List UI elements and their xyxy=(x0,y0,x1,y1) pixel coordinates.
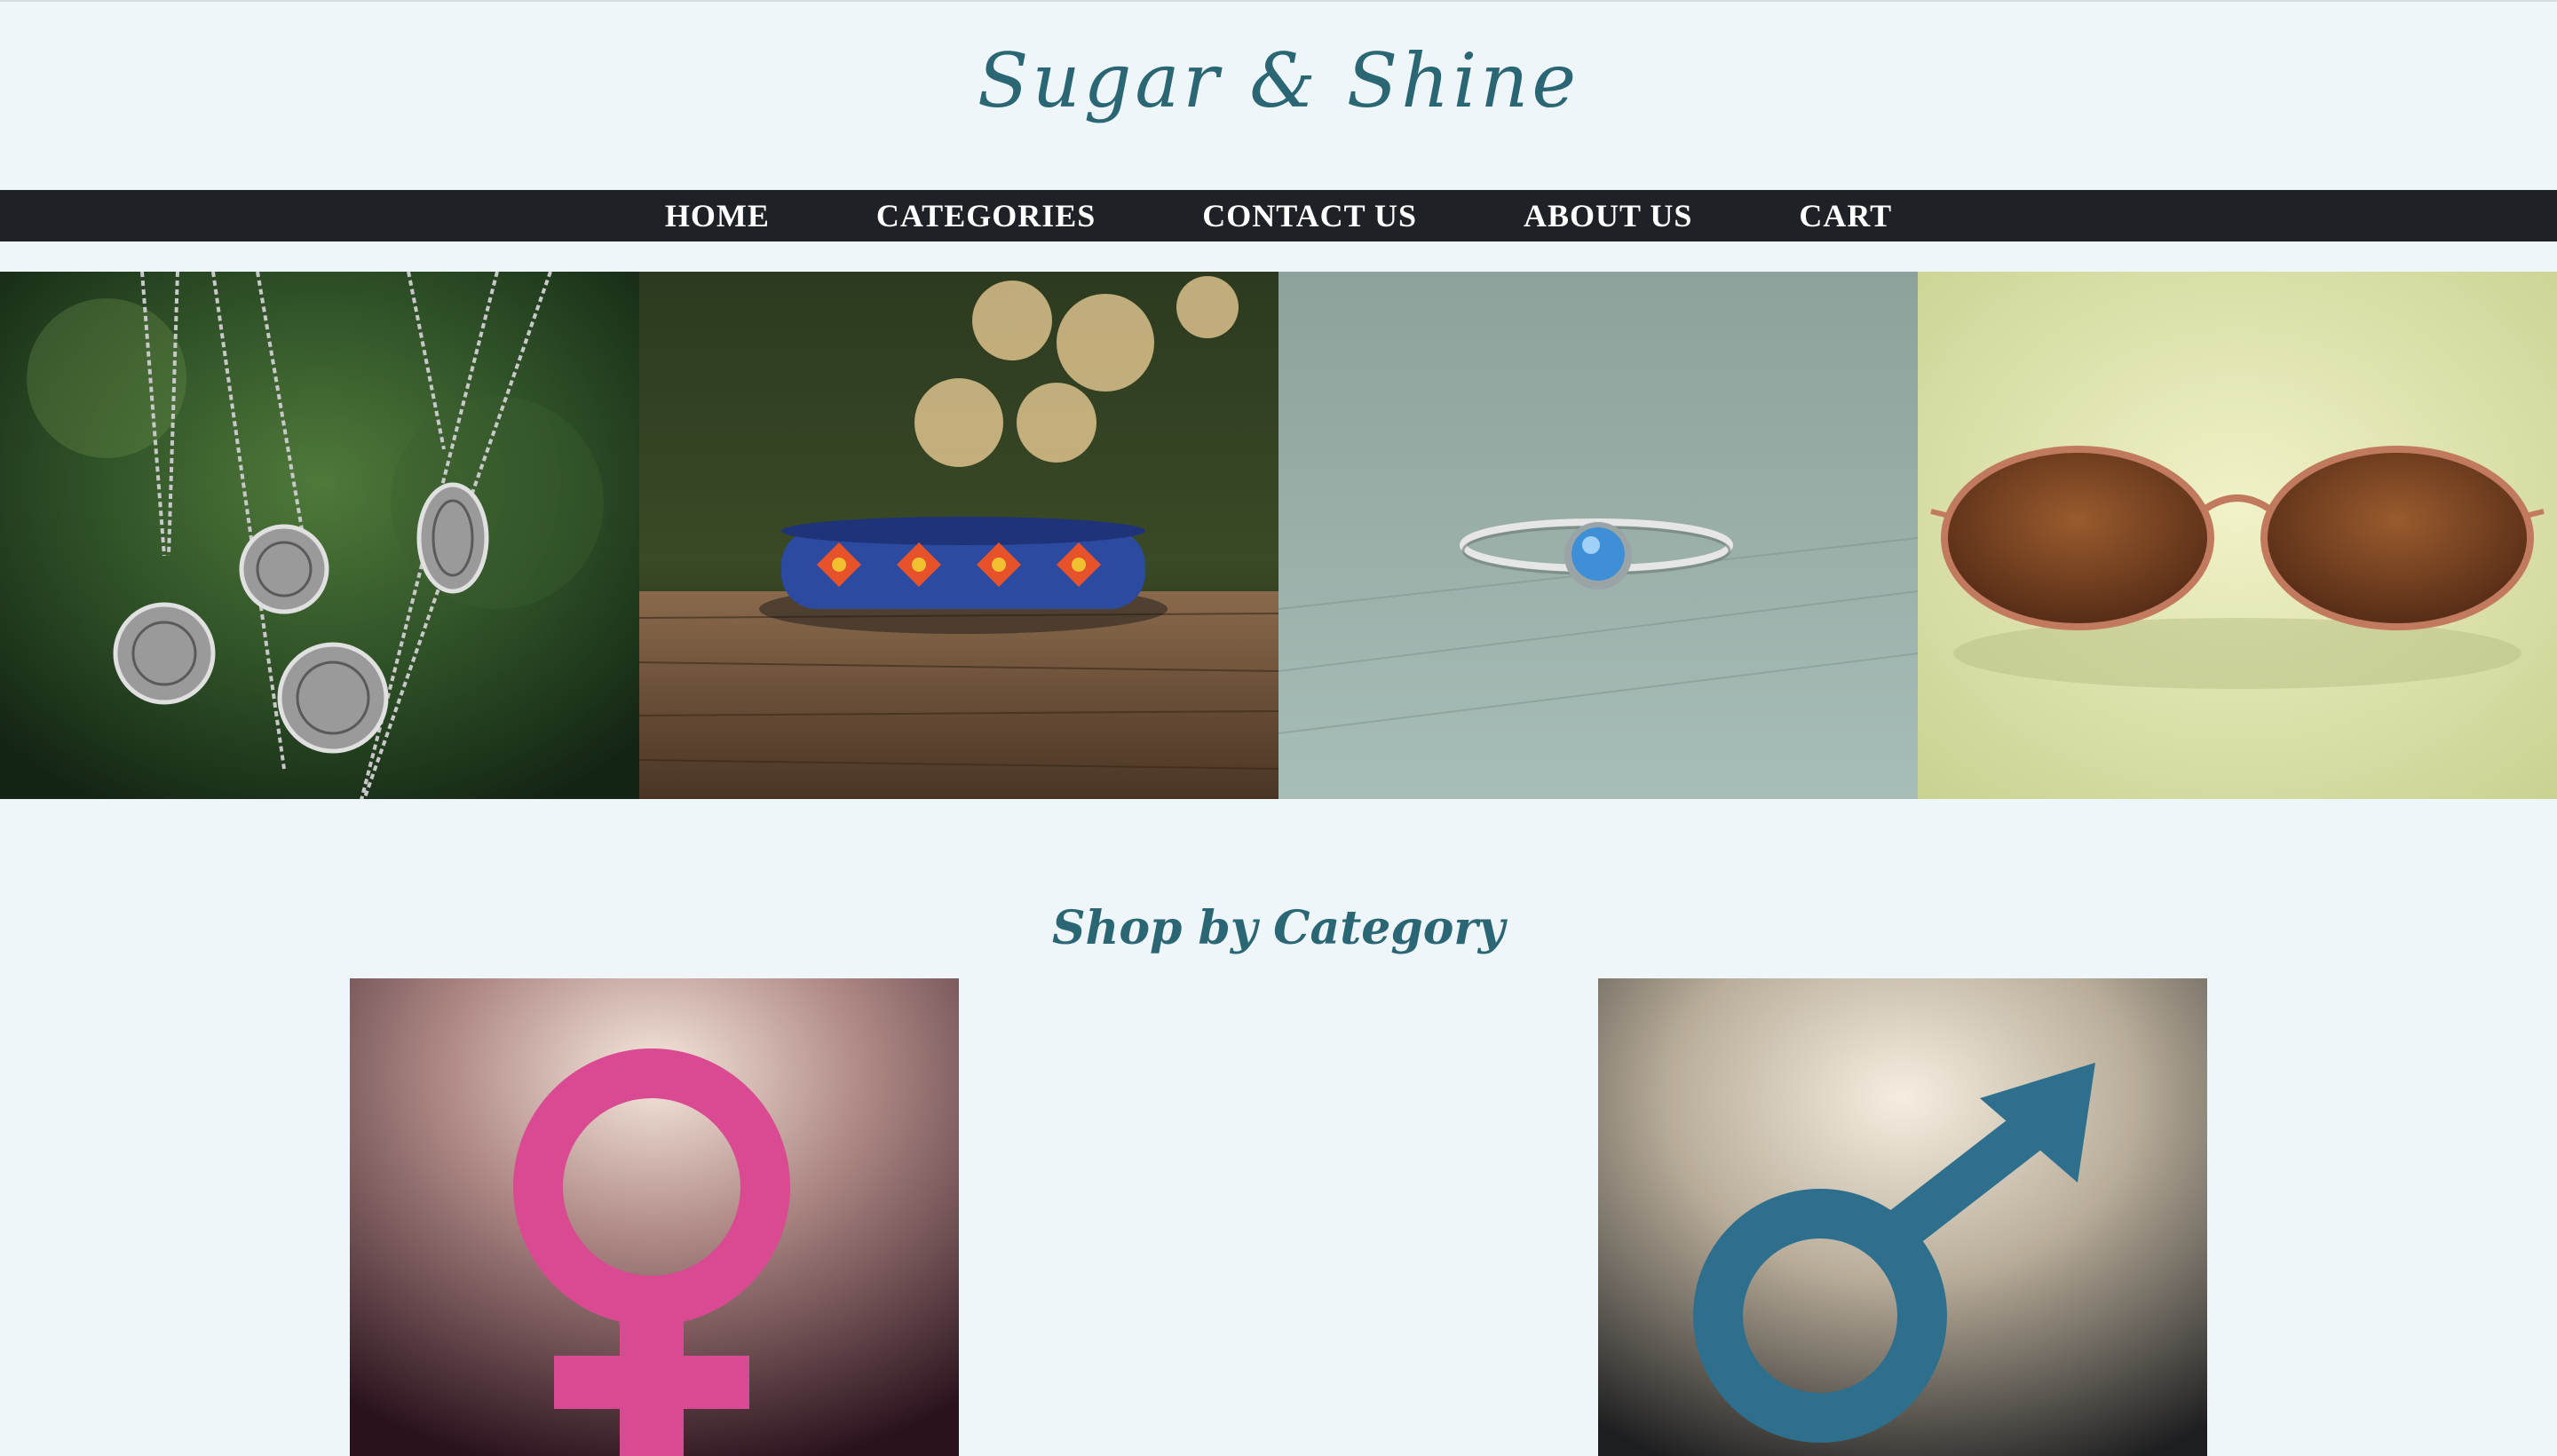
main-navigation: HOME CATEGORIES CONTACT US ABOUT US CART xyxy=(0,190,2557,241)
brand-logo[interactable]: Sugar & Shine xyxy=(0,37,2557,124)
hero-gallery xyxy=(0,272,2557,799)
nav-home[interactable]: HOME xyxy=(612,197,823,234)
nav-about-us[interactable]: ABOUT US xyxy=(1470,197,1746,234)
nav-cart[interactable]: CART xyxy=(1746,197,1945,234)
category-men-card[interactable] xyxy=(1598,978,2207,1456)
male-symbol-icon xyxy=(1598,978,2207,1456)
ring-image xyxy=(1278,272,1918,799)
beaded-bracelet-image xyxy=(639,272,1278,799)
sunglasses-image xyxy=(1918,272,2557,799)
female-symbol-icon xyxy=(350,978,959,1456)
nav-contact-us[interactable]: CONTACT US xyxy=(1149,197,1470,234)
nav-categories[interactable]: CATEGORIES xyxy=(823,197,1149,234)
necklace-image xyxy=(0,272,639,799)
category-women-card[interactable] xyxy=(350,978,959,1456)
site-header: Sugar & Shine xyxy=(0,2,2557,190)
section-title: Shop by Category xyxy=(1051,901,1506,956)
